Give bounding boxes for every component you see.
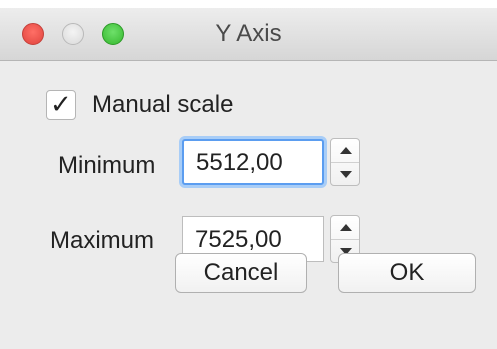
minimum-field[interactable] (182, 139, 326, 185)
arrow-down-icon (340, 171, 352, 178)
minimum-increment[interactable] (331, 139, 359, 162)
maximum-label: Maximum (50, 227, 155, 254)
ok-button[interactable]: OK (338, 253, 476, 293)
window-title: Y Axis (215, 20, 282, 47)
maximum-increment[interactable] (331, 216, 359, 239)
checkmark-icon: ✓ (50, 89, 72, 119)
dialog-panel: ✓ Manual scale Minimum Maximum Cancel OK (0, 61, 497, 349)
manual-scale-checkbox[interactable]: ✓ (46, 89, 76, 120)
manual-scale-label[interactable]: Manual scale (92, 91, 233, 119)
title-bar: Y Axis (0, 8, 497, 61)
minimum-stepper[interactable] (330, 138, 360, 186)
arrow-up-icon (340, 147, 352, 154)
minimum-input[interactable] (194, 141, 326, 185)
arrow-up-icon (340, 224, 352, 231)
cancel-button[interactable]: Cancel (175, 253, 307, 293)
minimum-decrement[interactable] (331, 162, 359, 186)
minimum-label: Minimum (58, 152, 156, 179)
